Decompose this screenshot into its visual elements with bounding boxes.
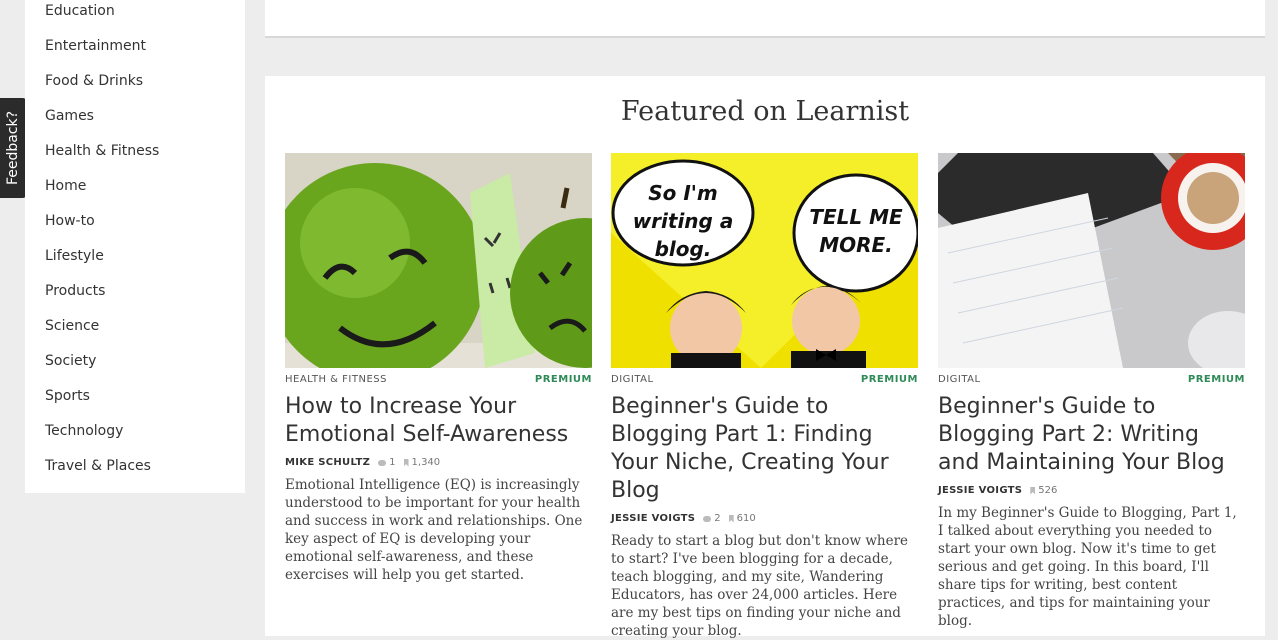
premium-badge: PREMIUM xyxy=(1187,374,1245,385)
card-description: Ready to start a blog but don't know whe… xyxy=(611,533,909,639)
laptop-notepad-image xyxy=(938,153,1245,368)
save-count-value: 526 xyxy=(1038,485,1058,496)
apples-image xyxy=(285,153,592,368)
card-title[interactable]: Beginner's Guide to Blogging Part 1: Fin… xyxy=(611,393,918,505)
sidebar-item-technology[interactable]: Technology xyxy=(45,423,123,439)
save-count: 1,340 xyxy=(403,457,441,468)
category-sidebar: Education Entertainment Food & Drinks Ga… xyxy=(25,0,245,493)
sidebar-item-how-to[interactable]: How-to xyxy=(45,213,95,229)
sidebar-item-travel-places[interactable]: Travel & Places xyxy=(45,458,151,474)
comment-count-value: 1 xyxy=(389,457,396,468)
feedback-label: Feedback? xyxy=(5,110,22,186)
card-thumbnail[interactable] xyxy=(285,153,592,368)
comment-count-value: 2 xyxy=(714,513,721,524)
featured-section: Featured on Learnist HEALTH & FITNESS PR… xyxy=(265,76,1265,639)
save-count: 610 xyxy=(728,513,756,524)
sidebar-item-home[interactable]: Home xyxy=(45,178,86,194)
feedback-tab[interactable]: Feedback? xyxy=(0,98,26,198)
card-author[interactable]: JESSIE VOIGTS xyxy=(938,485,1022,496)
comment-icon xyxy=(703,515,712,522)
card-category[interactable]: DIGITAL xyxy=(938,374,981,385)
image-caption-right: TELL ME MORE. xyxy=(809,205,903,257)
premium-badge: PREMIUM xyxy=(860,374,918,385)
card-title[interactable]: How to Increase Your Emotional Self-Awar… xyxy=(285,393,592,449)
bookmark-icon xyxy=(1030,486,1036,495)
sidebar-item-lifestyle[interactable]: Lifestyle xyxy=(45,248,104,264)
featured-card[interactable]: HEALTH & FITNESS PREMIUM How to Increase… xyxy=(285,153,592,584)
card-description: Emotional Intelligence (EQ) is increasin… xyxy=(285,477,583,583)
card-author[interactable]: MIKE SCHULTZ xyxy=(285,457,370,468)
save-count: 526 xyxy=(1030,485,1057,496)
card-title[interactable]: Beginner's Guide to Blogging Part 2: Wri… xyxy=(938,393,1245,477)
card-category[interactable]: DIGITAL xyxy=(611,374,654,385)
card-thumbnail[interactable]: So I'm writing a blog. TELL ME MORE. xyxy=(611,153,918,368)
card-description: In my Beginner's Guide to Blogging, Part… xyxy=(938,505,1237,629)
sidebar-item-society[interactable]: Society xyxy=(45,353,96,369)
sidebar-item-health-fitness[interactable]: Health & Fitness xyxy=(45,143,159,159)
featured-card[interactable]: DIGITAL PREMIUM Beginner's Guide to Blog… xyxy=(938,153,1245,630)
card-category[interactable]: HEALTH & FITNESS xyxy=(285,374,387,385)
card-thumbnail[interactable] xyxy=(938,153,1245,368)
premium-badge: PREMIUM xyxy=(534,374,592,385)
featured-heading: Featured on Learnist xyxy=(620,96,910,127)
bookmark-icon xyxy=(728,514,734,523)
sidebar-item-science[interactable]: Science xyxy=(45,318,99,334)
comment-icon xyxy=(378,459,387,466)
sidebar-item-games[interactable]: Games xyxy=(45,108,94,124)
featured-card[interactable]: So I'm writing a blog. TELL ME MORE. DIG… xyxy=(611,153,918,640)
save-count-value: 610 xyxy=(736,513,756,524)
save-count-value: 1,340 xyxy=(411,457,441,468)
previous-section-panel xyxy=(265,0,1265,38)
sidebar-item-food-drinks[interactable]: Food & Drinks xyxy=(45,73,143,89)
card-author[interactable]: JESSIE VOIGTS xyxy=(611,513,695,524)
image-caption-left: So I'm writing a blog. xyxy=(632,181,734,261)
sidebar-item-education[interactable]: Education xyxy=(45,3,115,19)
sidebar-item-sports[interactable]: Sports xyxy=(45,388,90,404)
comment-count: 2 xyxy=(703,513,721,524)
sidebar-item-entertainment[interactable]: Entertainment xyxy=(45,38,146,54)
comment-count: 1 xyxy=(378,457,396,468)
bookmark-icon xyxy=(403,458,409,467)
sidebar-item-products[interactable]: Products xyxy=(45,283,105,299)
